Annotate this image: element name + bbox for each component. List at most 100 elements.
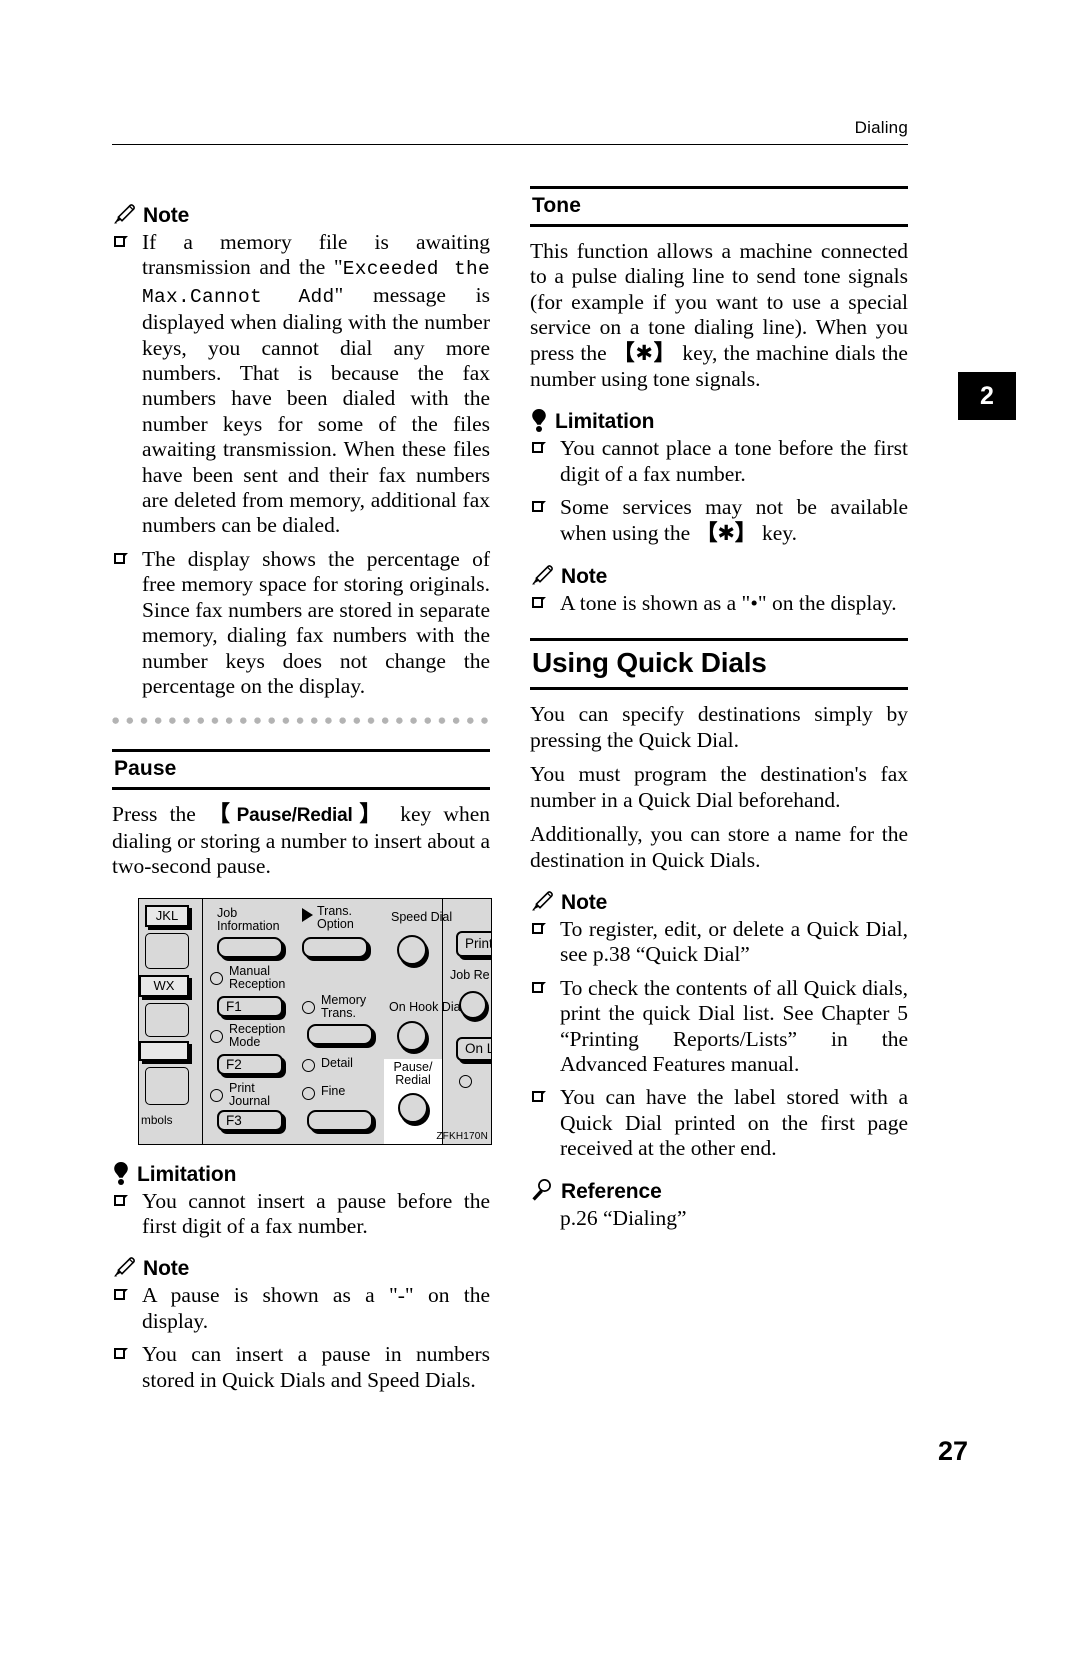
square-bullet-icon: [532, 922, 546, 936]
pencil-icon: [112, 1257, 136, 1279]
section-title: Pause: [114, 757, 177, 781]
note-heading: Note: [112, 200, 490, 226]
pencil-icon: [112, 204, 136, 226]
note-heading: Note: [530, 561, 908, 587]
quick-dials-paragraph: Additionally, you can store a name for t…: [530, 822, 908, 872]
square-bullet-icon: [532, 597, 546, 610]
key-symbols-label: mbols: [141, 1112, 173, 1127]
exclamation-bulb-icon: [530, 408, 548, 433]
reception-mode-led: [210, 1029, 223, 1043]
on-hook-dial-key: [397, 1020, 427, 1051]
memory-trans-label: Memory Trans.: [321, 992, 367, 1020]
on-line-key-label: On Li: [465, 1041, 491, 1057]
note-list: A tone is shown as a "•" on the display.: [530, 591, 908, 616]
running-header: Dialing: [112, 118, 908, 148]
control-panel-illustration: JKL WX mbols Job Information Trans. Opti…: [138, 897, 492, 1145]
note-item-text: The display shows the percentage of free…: [142, 546, 490, 698]
f1-key: F1: [217, 995, 283, 1017]
panel-divider-1: [202, 898, 203, 1144]
job-re-label: Job Re: [450, 967, 490, 982]
pause-redial-label: Pause/ Redial: [393, 1059, 433, 1088]
print-key-label: Print: [465, 936, 492, 952]
pause-redial-keycap: 【Pause/Redial】: [208, 802, 388, 828]
trans-option-key: [302, 936, 368, 958]
f2-key-label: F2: [226, 1056, 242, 1072]
note-item-text: To register, edit, or delete a Quick Dia…: [560, 916, 908, 967]
exclamation-bulb-icon: [112, 1161, 130, 1185]
list-item: You cannot place a tone before the first…: [530, 436, 908, 487]
header-rule: [112, 144, 908, 145]
list-item: You can insert a pause in numbers stored…: [112, 1342, 490, 1393]
left-column: Note If a memory file is awaiting transm…: [112, 186, 492, 1393]
square-bullet-icon: [114, 236, 128, 249]
note-item-text: A pause is shown as a "-" on the display…: [142, 1283, 490, 1333]
limitation-heading: Limitation: [530, 406, 908, 434]
pause-intro-pre: Press the: [112, 802, 209, 827]
asterisk-keycap-label: ✱: [635, 340, 653, 365]
limitation-label: Limitation: [555, 410, 655, 434]
memory-trans-key: [307, 1023, 373, 1045]
section-heading-using-quick-dials: Using Quick Dials: [530, 638, 908, 691]
on-hook-dial-label: On Hook Dial: [389, 999, 464, 1014]
detail-label: Detail: [321, 1055, 353, 1070]
detail-led: [302, 1058, 315, 1072]
pause-redial-callout: Pause/ Redial: [384, 1058, 442, 1144]
trans-option-label: Trans. Option: [317, 903, 354, 931]
list-item: A tone is shown as a "•" on the display.: [530, 591, 908, 616]
square-bullet-icon: [114, 1289, 128, 1302]
square-bullet-icon: [532, 442, 546, 455]
key-wx: WX: [139, 974, 189, 997]
note-item-text: A tone is shown as a "•" on the display.: [560, 591, 897, 616]
job-re-key: [459, 990, 487, 1019]
list-item: A pause is shown as a "-" on the display…: [112, 1283, 490, 1334]
quick-dials-paragraph: You must program the destination's fax n…: [530, 762, 908, 812]
limitation-list: You cannot place a tone before the first…: [530, 436, 908, 547]
triangle-icon: [302, 907, 313, 922]
header-title: Dialing: [854, 118, 908, 137]
square-bullet-icon: [532, 981, 546, 995]
keypad-blank-4: [145, 1066, 189, 1105]
square-bullet-icon: [114, 552, 128, 566]
print-key: Print: [456, 930, 492, 957]
key-wx-label: WX: [153, 978, 175, 994]
limitation-item-text: You cannot insert a pause before the fir…: [142, 1188, 490, 1238]
print-journal-label: Print Journal: [229, 1080, 270, 1108]
limitation-item-post: key.: [756, 520, 797, 545]
note-list: If a memory file is awaiting transmissio…: [112, 230, 490, 699]
f1-key-label: F1: [226, 998, 242, 1014]
note-item-text: To check the contents of all Quick dials…: [560, 975, 908, 1076]
note-heading: Note: [530, 887, 908, 913]
asterisk-keycap: 【✱】: [695, 520, 757, 546]
list-item: You can have the label stored with a Qui…: [530, 1085, 908, 1161]
list-item: If a memory file is awaiting transmissio…: [112, 230, 490, 539]
magnifier-icon: [530, 1178, 554, 1202]
tone-intro-paragraph: This function allows a machine connected…: [530, 239, 908, 392]
fine-key: [307, 1109, 373, 1131]
section-heading-tone: Tone: [530, 186, 908, 227]
list-item: You cannot insert a pause before the fir…: [112, 1189, 490, 1240]
list-item: Some services may not be available when …: [530, 495, 908, 547]
key-jkl-label: JKL: [155, 908, 179, 924]
square-bullet-icon: [114, 1348, 128, 1361]
on-line-led: [459, 1074, 472, 1088]
note-label: Note: [143, 1257, 190, 1281]
note-list: A pause is shown as a "-" on the display…: [112, 1283, 490, 1393]
square-bullet-icon: [532, 1091, 546, 1104]
document-page: Dialing 2 Note If a memory file is await…: [0, 0, 1080, 1669]
job-information-key: [217, 936, 283, 958]
asterisk-keycap-label: ✱: [717, 520, 735, 545]
manual-reception-led: [210, 971, 223, 985]
job-information-label: Job Information: [217, 905, 280, 933]
list-item: To check the contents of all Quick dials…: [530, 976, 908, 1078]
note-heading: Note: [112, 1253, 490, 1279]
note-label: Note: [143, 204, 190, 227]
square-bullet-icon: [114, 1194, 128, 1208]
reception-mode-label: Reception Mode: [229, 1021, 286, 1049]
chapter-tab: 2: [958, 372, 1016, 420]
list-item: The display shows the percentage of free…: [112, 547, 490, 699]
f3-key-label: F3: [226, 1112, 242, 1128]
pencil-icon: [530, 891, 554, 913]
reference-text: p.26 “Dialing”: [560, 1205, 687, 1230]
limitation-list: You cannot insert a pause before the fir…: [112, 1189, 490, 1240]
f3-key: F3: [217, 1109, 283, 1131]
